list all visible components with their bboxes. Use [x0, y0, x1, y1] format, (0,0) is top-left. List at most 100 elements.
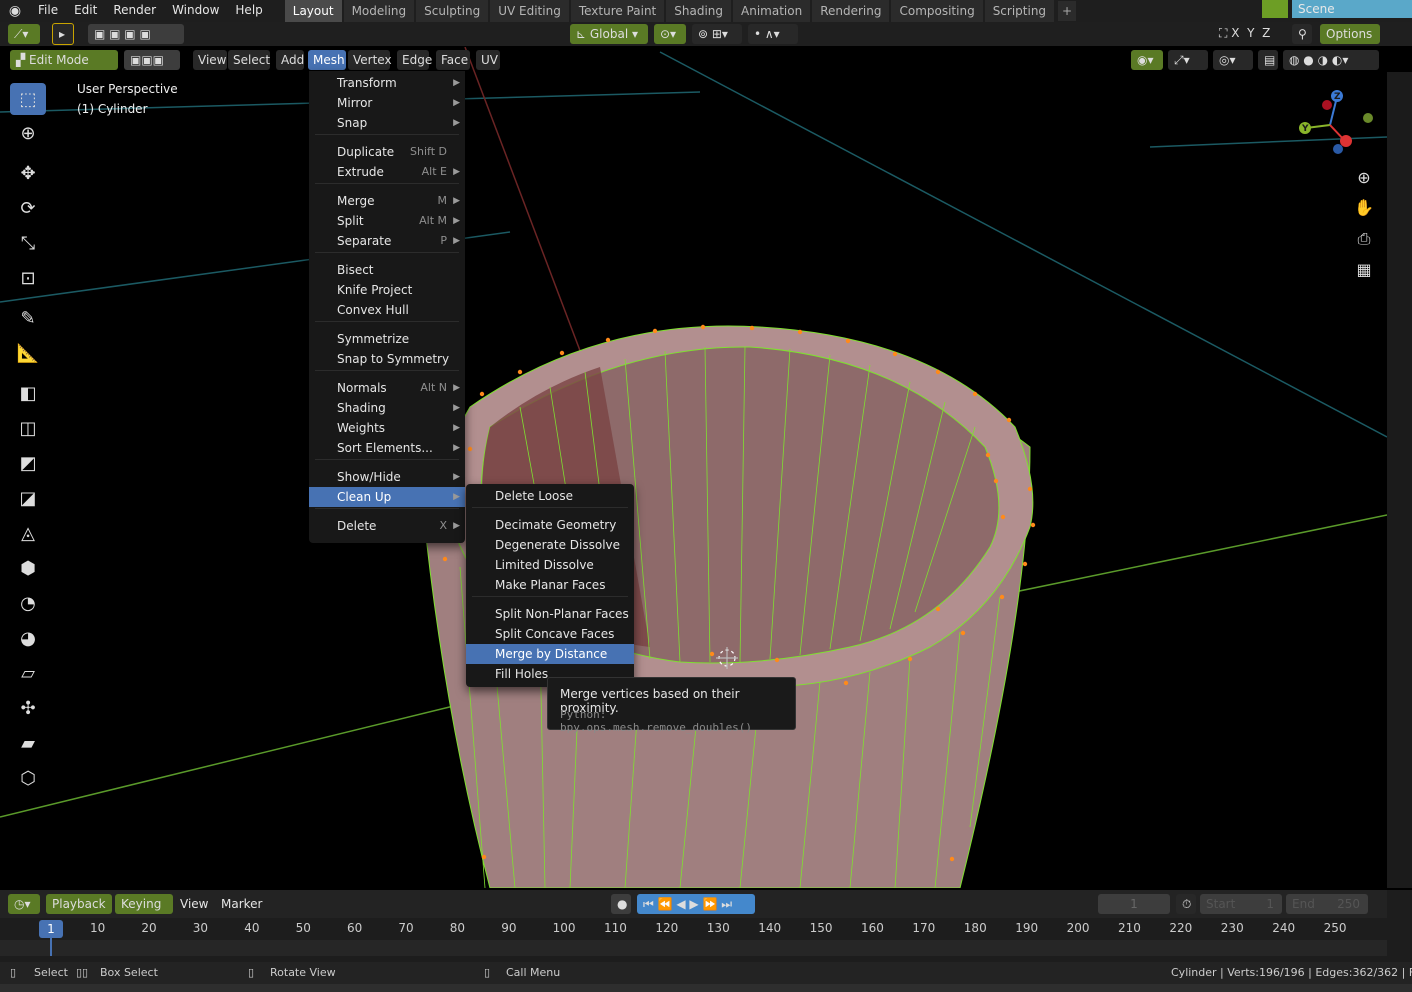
playback-dropdown[interactable]: Playback ▾	[46, 894, 112, 931]
viewport-menu-face[interactable]: Face	[436, 50, 470, 70]
extrude-region-icon[interactable]: ◧	[10, 377, 46, 409]
grid-perspective-icon[interactable]: ▦	[1350, 255, 1378, 283]
bevel-icon[interactable]: ◩	[10, 447, 46, 479]
mode-dropdown[interactable]: ▞ Edit Mode	[10, 50, 118, 70]
tool-selector-button[interactable]: ⟋▾	[8, 24, 40, 44]
mesh-menu-item-symmetrize[interactable]: Symmetrize	[309, 329, 465, 349]
current-frame-indicator[interactable]: 1	[39, 920, 63, 938]
viewport-menu-view[interactable]: View	[193, 50, 227, 70]
tab-rendering[interactable]: Rendering	[812, 0, 890, 22]
viewport-menu-edge[interactable]: Edge	[397, 50, 432, 70]
mesh-menu-item-clean-up[interactable]: Clean Up ▶	[309, 487, 465, 507]
mesh-menu-item-mirror[interactable]: Mirror ▶	[309, 93, 465, 113]
mesh-menu-item-snap-to-symmetry[interactable]: Snap to Symmetry	[309, 349, 465, 369]
xray-icon[interactable]: ▤	[1258, 50, 1278, 70]
scale-icon[interactable]: ⤡	[10, 227, 46, 259]
mesh-menu-item-separate[interactable]: Separate P ▶	[309, 231, 465, 251]
viewport-menu-mesh[interactable]: Mesh	[308, 50, 346, 70]
axis-x-toggle[interactable]: X	[1231, 26, 1239, 40]
mesh-menu-item-duplicate[interactable]: Duplicate Shift D	[309, 142, 465, 162]
cleanup-item-merge-by-distance[interactable]: Merge by Distance	[466, 644, 634, 664]
mesh-menu-item-split[interactable]: Split Alt M ▶	[309, 211, 465, 231]
stopwatch-icon[interactable]: ⏱	[1176, 894, 1196, 914]
inset-faces-icon[interactable]: ◫	[10, 412, 46, 444]
visibility-dropdown[interactable]: ◉▾	[1131, 50, 1163, 70]
cleanup-item-limited-dissolve[interactable]: Limited Dissolve	[466, 555, 634, 575]
gizmo-dropdown[interactable]: ⤢▾	[1168, 50, 1208, 70]
shear-icon[interactable]: ▰	[10, 727, 46, 759]
rip-region-icon[interactable]: ⬡	[10, 762, 46, 794]
tab-modeling[interactable]: Modeling	[343, 0, 415, 22]
menu-window[interactable]: Window	[164, 0, 227, 22]
mesh-menu-item-sort-elements[interactable]: Sort Elements... ▶	[309, 438, 465, 458]
transform-orientation-dropdown[interactable]: ⊾ Global ▾	[570, 24, 648, 44]
proportional-editing-dropdown[interactable]: • ∧▾	[748, 24, 798, 44]
mesh-menu-item-extrude[interactable]: Extrude Alt E ▶	[309, 162, 465, 182]
cleanup-item-degenerate-dissolve[interactable]: Degenerate Dissolve	[466, 535, 634, 555]
scene-icon[interactable]	[1262, 0, 1288, 18]
mesh-menu-item-weights[interactable]: Weights ▶	[309, 418, 465, 438]
spin-icon[interactable]: ◔	[10, 587, 46, 619]
keying-dropdown[interactable]: Keying ▾	[115, 894, 173, 931]
viewport-menu-add[interactable]: Add	[276, 50, 304, 70]
axis-z-toggle[interactable]: Z	[1262, 26, 1270, 40]
mesh-menu-item-convex-hull[interactable]: Convex Hull	[309, 300, 465, 320]
auto-merge-icon[interactable]: ⚲	[1292, 24, 1312, 44]
cleanup-item-split-concave-faces[interactable]: Split Concave Faces	[466, 624, 634, 644]
record-icon[interactable]: ●	[611, 894, 631, 914]
measure-icon[interactable]: 📐	[10, 337, 46, 369]
tab-texture-paint[interactable]: Texture Paint	[570, 0, 665, 22]
tab-scripting[interactable]: Scripting	[984, 0, 1055, 22]
tab-animation[interactable]: Animation	[733, 0, 811, 22]
pivot-point-dropdown[interactable]: ⊙▾	[654, 24, 686, 44]
select-tool-icon[interactable]: ▸	[52, 23, 74, 45]
move-icon[interactable]: ✥	[10, 157, 46, 189]
poly-build-icon[interactable]: ⬢	[10, 552, 46, 584]
tab-sculpting[interactable]: Sculpting	[416, 0, 489, 22]
cleanup-item-split-non-planar-faces[interactable]: Split Non-Planar Faces	[466, 604, 634, 624]
timeline-view-menu[interactable]: View	[180, 897, 208, 911]
tab-layout[interactable]: Layout	[284, 0, 342, 22]
mesh-menu-item-bisect[interactable]: Bisect	[309, 260, 465, 280]
cleanup-item-decimate-geometry[interactable]: Decimate Geometry	[466, 515, 634, 535]
mesh-menu-item-merge[interactable]: Merge M ▶	[309, 191, 465, 211]
transform-icon[interactable]: ⊡	[10, 262, 46, 294]
menu-render[interactable]: Render	[105, 0, 164, 22]
shading-buttons[interactable]: ◍ ● ◑ ◐▾	[1283, 50, 1379, 70]
zoom-icon[interactable]: ⊕	[1350, 163, 1378, 191]
mesh-menu-item-delete[interactable]: Delete X ▶	[309, 516, 465, 536]
shrink-fatten-icon[interactable]: ✣	[10, 692, 46, 724]
blender-logo-icon[interactable]: ◉	[0, 0, 30, 22]
mesh-menu-item-normals[interactable]: Normals Alt N ▶	[309, 378, 465, 398]
cursor-icon[interactable]: ⊕	[10, 117, 46, 149]
timeline-ruler[interactable]: 10 20 30 40 50 60 70 80 90 100 110 120 130 140 150 160 1…	[0, 918, 1387, 940]
timeline-marker-menu[interactable]: Marker	[221, 897, 262, 911]
start-frame-field[interactable]: Start 1	[1200, 894, 1282, 914]
mesh-menu-item-transform[interactable]: Transform ▶	[309, 73, 465, 93]
timeline-track[interactable]	[0, 940, 1387, 956]
edge-slide-icon[interactable]: ▱	[10, 657, 46, 689]
overlay-dropdown[interactable]: ◎▾	[1213, 50, 1253, 70]
loop-cut-icon[interactable]: ◪	[10, 482, 46, 514]
mesh-menu-item-knife-project[interactable]: Knife Project	[309, 280, 465, 300]
tab-shading[interactable]: Shading	[666, 0, 731, 22]
tab-uv-editing[interactable]: UV Editing	[490, 0, 569, 22]
knife-icon[interactable]: ◬	[10, 517, 46, 549]
menu-file[interactable]: File	[30, 0, 66, 22]
camera-icon[interactable]: ⎙	[1350, 225, 1378, 253]
menu-help[interactable]: Help	[227, 0, 270, 22]
current-frame-field[interactable]: 1	[1098, 894, 1170, 914]
smooth-icon[interactable]: ◕	[10, 622, 46, 654]
3d-viewport[interactable]: Z Y User Perspective (1) Cylinder ⊕ ✋ ⎙ …	[0, 47, 1387, 888]
menu-edit[interactable]: Edit	[66, 0, 105, 22]
playback-controls[interactable]: ⏮ ⏪ ◀ ▶ ⏩ ⏭	[637, 894, 755, 914]
select-box-icon[interactable]: ⬚	[10, 83, 46, 115]
add-workspace-button[interactable]: +	[1058, 1, 1077, 21]
axis-y-toggle[interactable]: Y	[1247, 26, 1254, 40]
tab-compositing[interactable]: Compositing	[891, 0, 983, 22]
end-frame-field[interactable]: End 250	[1286, 894, 1368, 914]
snap-dropdown[interactable]: ⊚ ⊞▾	[692, 24, 742, 44]
editor-type-icon[interactable]: ◷▾	[8, 894, 40, 914]
viewport-menu-vertex[interactable]: Vertex	[348, 50, 392, 70]
cleanup-item-delete-loose[interactable]: Delete Loose	[466, 486, 634, 506]
